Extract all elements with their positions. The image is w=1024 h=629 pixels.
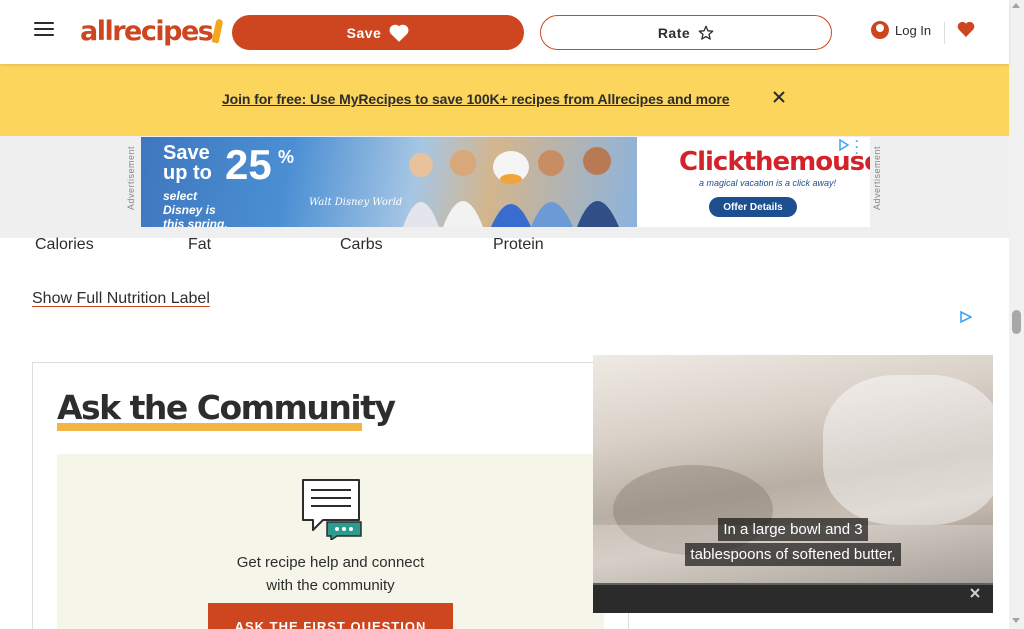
- ad-resort-logo: Walt Disney World: [309, 197, 403, 208]
- save-label: Save: [346, 24, 382, 41]
- leaderboard-ad[interactable]: Save up to 25 % select Disney is this sp…: [141, 137, 870, 227]
- adchoices-icon[interactable]: [839, 139, 849, 151]
- save-button[interactable]: Save: [232, 15, 524, 50]
- video-player[interactable]: In a large bowl and 3 tablespoons of sof…: [593, 355, 993, 613]
- ad-photo: Save up to 25 % select Disney is this sp…: [141, 137, 637, 227]
- heart-icon: [389, 24, 409, 42]
- ad-subline: select Disney is this spring.: [163, 189, 228, 227]
- ad-tagline: a magical vacation is a click away!: [699, 178, 837, 188]
- ad-label-right: Advertisement: [872, 146, 882, 211]
- nutrition-calories: Calories: [35, 236, 94, 253]
- community-text-line2: with the community: [266, 577, 395, 594]
- ad-label-left: Advertisement: [126, 146, 136, 211]
- scrollbar-thumb[interactable]: [1012, 310, 1021, 334]
- adchoices-icon-right[interactable]: [960, 311, 972, 323]
- clickthemouse-logo: Clickthemouse: [679, 147, 870, 177]
- saved-recipes-heart-icon[interactable]: [957, 20, 975, 45]
- rate-label: Rate: [657, 24, 691, 41]
- scroll-up-arrow-icon[interactable]: [1012, 3, 1020, 8]
- logo-spoon-icon: [211, 18, 224, 44]
- nutrition-fat: Fat: [188, 236, 212, 253]
- login-link[interactable]: Log In: [871, 21, 931, 39]
- ad-brand-panel: Clickthemouse a magical vacation is a cl…: [637, 137, 870, 227]
- nutrition-protein: Protein: [493, 236, 544, 253]
- join-myrecipes-link[interactable]: Join for free: Use MyRecipes to save 100…: [222, 91, 730, 107]
- ad-headline-unit: %: [278, 147, 295, 167]
- nutrition-carbs: Carbs: [340, 236, 383, 253]
- ad-headline-prefix: Save up to: [163, 142, 212, 184]
- community-text-line1: Get recipe help and connect: [236, 554, 425, 571]
- community-description: Get recipe help and connect with the com…: [57, 551, 604, 597]
- offer-details-button[interactable]: Offer Details: [709, 197, 797, 217]
- video-caption: In a large bowl and 3 tablespoons of sof…: [593, 518, 993, 568]
- login-label: Log In: [895, 22, 932, 38]
- user-icon: [871, 21, 889, 39]
- chat-bubbles-icon: [302, 479, 362, 540]
- community-title: Ask the Community: [57, 388, 396, 427]
- header-divider: [944, 22, 945, 44]
- caption-line1: In a large bowl and 3: [718, 518, 868, 541]
- star-icon: [698, 25, 714, 40]
- rate-button[interactable]: Rate: [540, 15, 832, 50]
- ad-more-icon[interactable]: · · ·: [855, 137, 859, 159]
- video-close-icon[interactable]: [968, 586, 982, 600]
- logo-text: allrecipes: [80, 15, 214, 47]
- ask-first-question-button[interactable]: ASK THE FIRST QUESTION: [208, 603, 453, 629]
- banner-close-icon[interactable]: [772, 90, 786, 104]
- allrecipes-logo[interactable]: allrecipes: [80, 12, 224, 50]
- ad-headline-value: 25: [225, 141, 272, 188]
- caption-line2: tablespoons of softened butter,: [685, 543, 901, 566]
- scroll-down-arrow-icon[interactable]: [1012, 618, 1020, 623]
- menu-icon[interactable]: [34, 22, 54, 38]
- site-header: allrecipes Save Rate Log In: [0, 0, 1009, 64]
- show-nutrition-label-link[interactable]: Show Full Nutrition Label: [32, 290, 210, 308]
- ad-people-image: [403, 147, 619, 227]
